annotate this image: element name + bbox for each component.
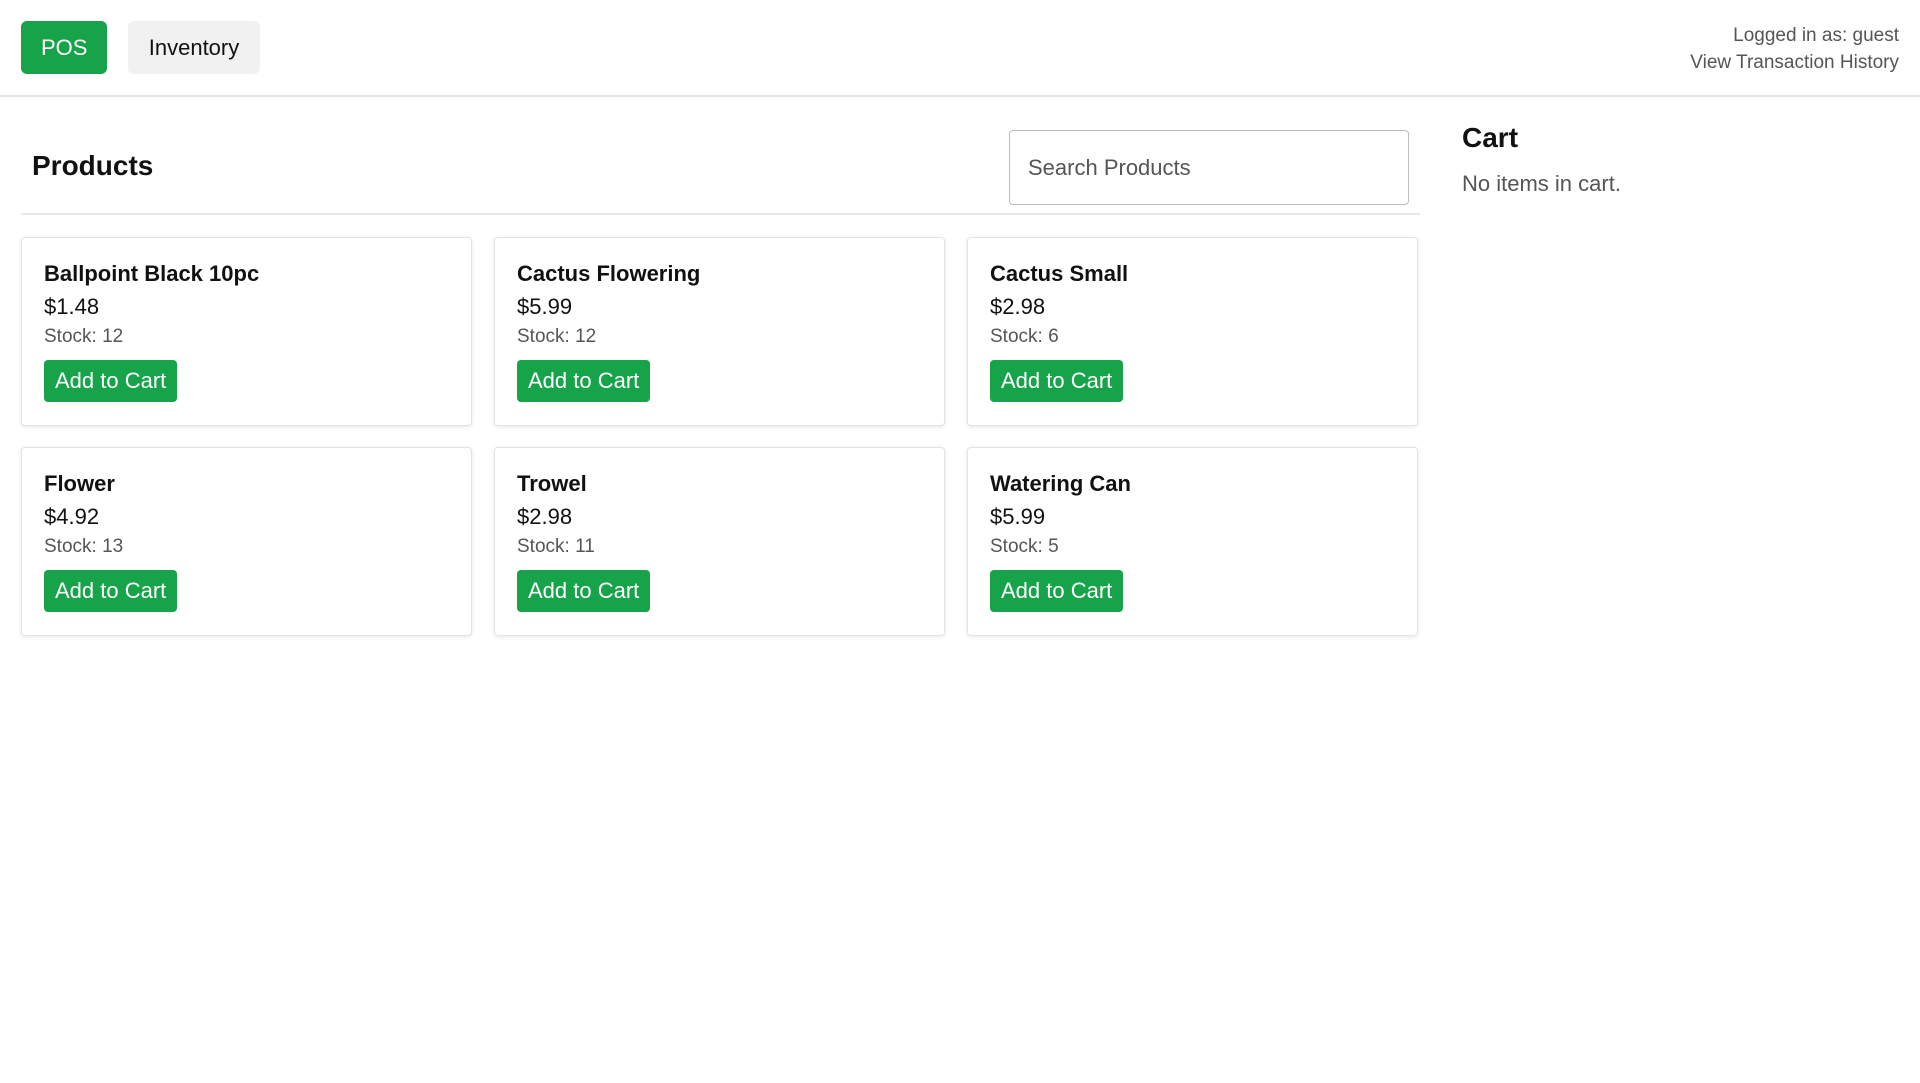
product-stock: Stock: 5	[990, 536, 1059, 557]
product-grid: Ballpoint Black 10pc $1.48 Stock: 12 Add…	[21, 237, 1420, 636]
product-card: Flower $4.92 Stock: 13 Add to Cart	[21, 447, 472, 636]
product-stock: Stock: 11	[517, 536, 595, 557]
nav-pos-button[interactable]: POS	[21, 21, 107, 74]
product-name: Ballpoint Black 10pc	[44, 261, 260, 286]
product-name: Cactus Flowering	[517, 261, 701, 286]
add-to-cart-button[interactable]: Add to Cart	[517, 570, 651, 612]
add-to-cart-button[interactable]: Add to Cart	[990, 360, 1124, 402]
user-area: Logged in as: guest View Transaction His…	[1690, 22, 1899, 76]
product-name: Watering Can	[990, 471, 1131, 496]
cart-panel: Cart No items in cart.	[1462, 118, 1882, 199]
product-name: Cactus Small	[990, 261, 1129, 286]
product-stock: Stock: 6	[990, 326, 1059, 347]
product-stock: Stock: 12	[517, 326, 597, 347]
top-bar: POS Inventory Logged in as: guest View T…	[0, 0, 1920, 97]
product-price: $1.48	[44, 294, 100, 319]
product-price: $4.92	[44, 504, 100, 529]
product-price: $2.98	[517, 504, 573, 529]
products-title: Products	[32, 150, 154, 181]
product-card: Trowel $2.98 Stock: 11 Add to Cart	[494, 447, 945, 636]
cart-empty-message: No items in cart.	[1462, 171, 1621, 196]
product-name: Flower	[44, 471, 115, 496]
add-to-cart-button[interactable]: Add to Cart	[44, 360, 178, 402]
product-card: Cactus Flowering $5.99 Stock: 12 Add to …	[494, 237, 945, 426]
add-to-cart-button[interactable]: Add to Cart	[517, 360, 651, 402]
add-to-cart-button[interactable]: Add to Cart	[990, 570, 1124, 612]
cart-title: Cart	[1462, 122, 1519, 153]
product-stock: Stock: 13	[44, 536, 124, 557]
search-input[interactable]	[1009, 130, 1409, 205]
logged-in-status: Logged in as: guest	[1733, 25, 1899, 46]
products-header: Products	[21, 128, 1420, 215]
add-to-cart-button[interactable]: Add to Cart	[44, 570, 178, 612]
product-card: Cactus Small $2.98 Stock: 6 Add to Cart	[967, 237, 1418, 426]
product-price: $5.99	[990, 504, 1046, 529]
product-stock: Stock: 12	[44, 326, 124, 347]
product-card: Watering Can $5.99 Stock: 5 Add to Cart	[967, 447, 1418, 636]
nav-inventory-button[interactable]: Inventory	[128, 21, 260, 74]
product-price: $2.98	[990, 294, 1046, 319]
product-card: Ballpoint Black 10pc $1.48 Stock: 12 Add…	[21, 237, 472, 426]
product-name: Trowel	[517, 471, 587, 496]
products-section: Products Ballpoint Black 10pc $1.48 Stoc…	[21, 128, 1420, 636]
product-price: $5.99	[517, 294, 573, 319]
transaction-history-link[interactable]: View Transaction History	[1690, 49, 1899, 76]
